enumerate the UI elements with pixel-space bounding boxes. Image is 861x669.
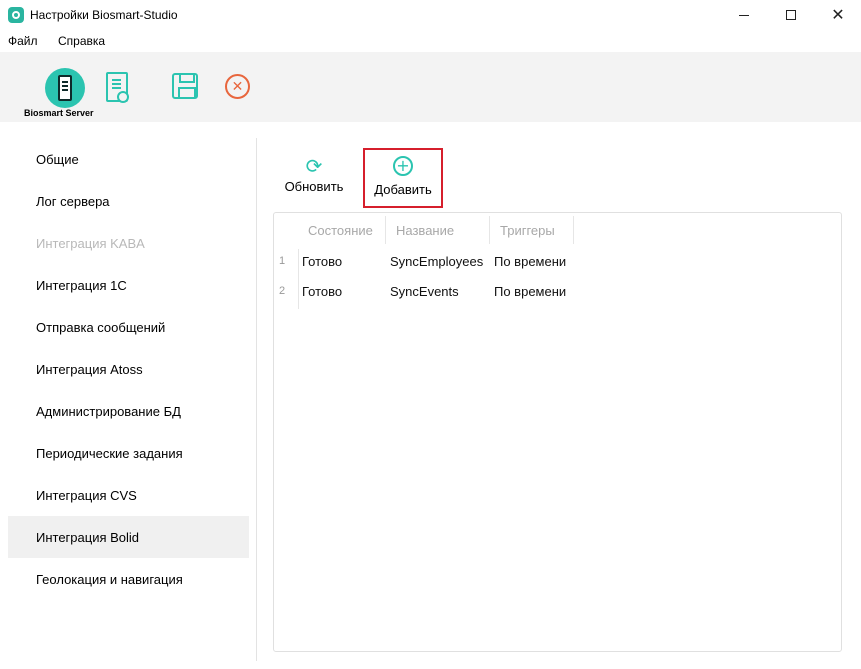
sidebar-item-messages[interactable]: Отправка сообщений bbox=[8, 306, 249, 348]
close-icon: ✕ bbox=[831, 5, 845, 24]
close-window-button[interactable]: ✕ bbox=[815, 0, 861, 30]
cell-name: SyncEmployees bbox=[390, 253, 484, 269]
sidebar-item-cvs[interactable]: Интеграция CVS bbox=[8, 474, 249, 516]
refresh-label: Обновить bbox=[284, 179, 344, 194]
sidebar-item-atoss[interactable]: Интеграция Atoss bbox=[8, 348, 249, 390]
title-bar: Настройки Biosmart-Studio ✕ bbox=[0, 0, 861, 30]
sidebar-item-db-admin[interactable]: Администрирование БД bbox=[8, 390, 249, 432]
add-label: Добавить bbox=[374, 182, 432, 197]
sidebar-item-1c[interactable]: Интеграция 1С bbox=[8, 264, 249, 306]
row-number: 1 bbox=[279, 255, 286, 267]
cell-trigger: По времени bbox=[494, 283, 567, 299]
maximize-icon bbox=[786, 10, 796, 20]
sidebar-item-kaba: Интеграция KABA bbox=[36, 235, 145, 251]
column-header-name[interactable]: Название bbox=[386, 216, 490, 244]
table-row[interactable]: 1 Готово SyncEmployees По времени bbox=[274, 246, 841, 276]
sidebar-item-bolid[interactable]: Интеграция Bolid bbox=[8, 516, 249, 558]
toolbar: Biosmart Server ✕ bbox=[0, 52, 861, 122]
cell-state: Готово bbox=[302, 283, 343, 299]
cell-trigger: По времени bbox=[494, 253, 567, 269]
save-icon[interactable] bbox=[172, 73, 198, 99]
sidebar-item-server-log[interactable]: Лог сервера bbox=[8, 180, 249, 222]
sidebar-item-geolocation[interactable]: Геолокация и навигация bbox=[8, 558, 249, 600]
settings-sidebar: Общие Лог сервера Интеграция KABA Интегр… bbox=[8, 138, 249, 658]
sidebar-item-general[interactable]: Общие bbox=[8, 138, 249, 180]
plus-circle-icon: + bbox=[393, 156, 413, 176]
server-icon bbox=[58, 75, 72, 101]
minimize-icon bbox=[739, 14, 749, 16]
cancel-button[interactable]: ✕ bbox=[225, 74, 250, 99]
tasks-table: Состояние Название Триггеры 1 Готово Syn… bbox=[273, 212, 842, 652]
server-label: Biosmart Server bbox=[24, 108, 94, 118]
add-button[interactable]: + Добавить bbox=[363, 148, 443, 208]
minimize-button[interactable] bbox=[721, 0, 767, 30]
maximize-button[interactable] bbox=[768, 0, 814, 30]
cell-state: Готово bbox=[302, 253, 343, 269]
menu-help[interactable]: Справка bbox=[58, 34, 105, 48]
certificate-icon[interactable] bbox=[106, 72, 129, 103]
menu-bar: Файл Справка bbox=[0, 30, 861, 52]
refresh-icon: ⟳ bbox=[305, 154, 323, 178]
menu-file[interactable]: Файл bbox=[8, 34, 38, 48]
refresh-button[interactable]: ⟳ Обновить bbox=[280, 155, 348, 194]
column-header-state[interactable]: Состояние bbox=[298, 216, 386, 244]
cell-name: SyncEvents bbox=[390, 283, 459, 299]
cancel-icon: ✕ bbox=[231, 78, 244, 95]
table-row[interactable]: 2 Готово SyncEvents По времени bbox=[274, 276, 841, 306]
window-title: Настройки Biosmart-Studio bbox=[30, 8, 178, 22]
app-logo-icon bbox=[8, 7, 24, 23]
sidebar-item-periodic-tasks[interactable]: Периодические задания bbox=[8, 432, 249, 474]
column-header-triggers[interactable]: Триггеры bbox=[490, 216, 574, 244]
row-number: 2 bbox=[279, 285, 286, 297]
sidebar-divider bbox=[256, 138, 257, 661]
table-header: Состояние Название Триггеры bbox=[298, 216, 574, 244]
server-button[interactable] bbox=[45, 68, 85, 108]
